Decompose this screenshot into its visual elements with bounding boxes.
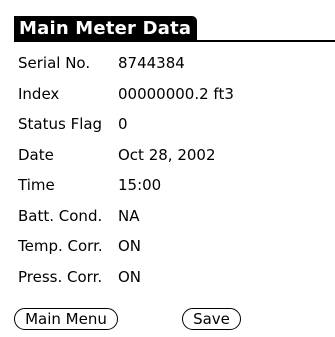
field-value: 0	[118, 115, 128, 133]
field-label: Temp. Corr.	[18, 237, 103, 255]
meter-data-screen: Main Meter Data Serial No. 8744384 Index…	[14, 16, 335, 337]
field-label: Time	[18, 176, 55, 194]
field-row-temp-corr: Temp. Corr. ON	[14, 231, 335, 262]
field-row-index: Index 00000000.2 ft3	[14, 79, 335, 110]
field-row-serial-no: Serial No. 8744384	[14, 48, 335, 79]
field-row-date: Date Oct 28, 2002	[14, 140, 335, 171]
save-button[interactable]: Save	[182, 308, 241, 330]
field-value: Oct 28, 2002	[118, 145, 216, 164]
field-value: 15:00	[118, 176, 162, 194]
page-title: Main Meter Data	[14, 16, 198, 42]
field-value: NA	[118, 206, 140, 225]
field-value: ON	[118, 237, 142, 255]
title-bar: Main Meter Data	[14, 16, 335, 42]
field-label: Index	[18, 84, 60, 103]
field-value: 8744384	[118, 54, 185, 72]
field-label: Date	[18, 145, 54, 164]
field-value: ON	[118, 267, 142, 286]
field-value: 00000000.2 ft3	[118, 84, 234, 103]
main-menu-button[interactable]: Main Menu	[14, 308, 118, 330]
field-row-status-flag: Status Flag 0	[14, 109, 335, 140]
field-row-batt-cond: Batt. Cond. NA	[14, 201, 335, 232]
field-label: Serial No.	[18, 54, 91, 72]
button-bar: Main Menu Save	[14, 308, 335, 334]
field-row-press-corr: Press. Corr. ON	[14, 262, 335, 293]
field-label: Press. Corr.	[18, 267, 103, 286]
field-row-time: Time 15:00	[14, 170, 335, 201]
field-label: Status Flag	[18, 115, 103, 133]
field-label: Batt. Cond.	[18, 206, 103, 225]
field-list: Serial No. 8744384 Index 00000000.2 ft3 …	[14, 48, 335, 292]
